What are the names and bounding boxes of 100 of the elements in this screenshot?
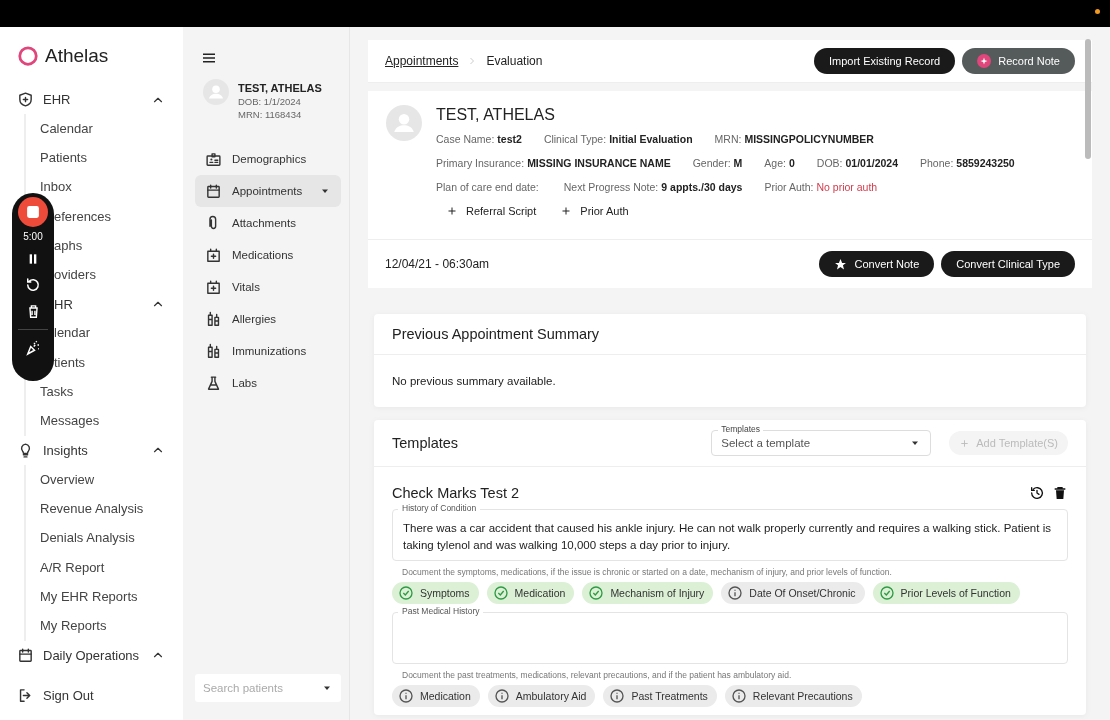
patient-menu-item[interactable]: Appointments (195, 175, 341, 207)
helper-text: Document the past treatments, medications, relevant precautions, and if the patient has ambulatory aid. (402, 670, 793, 680)
patient-name: TEST, ATHELAS (238, 82, 322, 94)
appointment-date: 12/04/21 - 06:30am (385, 257, 490, 271)
section-title: Templates (392, 435, 460, 451)
record-note-button[interactable]: Record Note (962, 48, 1075, 74)
calendar-icon (205, 182, 222, 200)
nav-item[interactable]: tients (54, 354, 86, 371)
import-record-button[interactable]: Import Existing Record (813, 48, 956, 74)
nav-group[interactable]: EHR (17, 85, 165, 114)
nav-item[interactable]: Calendar (40, 120, 93, 137)
field-label: Clinical Type: (543, 133, 607, 145)
checklist-chip: Date Of Onset/Chronic (721, 582, 865, 604)
field-value: M (733, 157, 743, 169)
avatar-icon (203, 79, 229, 105)
info-circle-icon (730, 688, 747, 704)
nav-item[interactable]: My Reports (40, 618, 107, 635)
field-value: 01/01/2024 (845, 157, 899, 169)
field-value: 5859243250 (956, 157, 1015, 169)
patient-mrn: MRN: 1168434 (238, 109, 303, 120)
info-circle-icon (398, 688, 414, 704)
nav-item[interactable]: eferences (54, 208, 112, 225)
nav-item[interactable]: My EHR Reports (40, 588, 138, 605)
patient-menu-item[interactable]: Demographics (195, 143, 341, 175)
field-value: test2 (497, 133, 522, 145)
search-field[interactable]: Search patients (195, 674, 341, 702)
nav-item[interactable]: Denials Analysis (40, 530, 135, 547)
patient-menu-item[interactable]: Allergies (195, 303, 341, 335)
id-card-icon (205, 150, 222, 168)
info-circle-icon (609, 688, 626, 704)
sparkle-icon[interactable] (24, 339, 42, 357)
stop-record-button[interactable] (18, 197, 48, 227)
logo-text: Athelas (45, 45, 109, 67)
add-link[interactable]: Prior Auth (560, 205, 629, 217)
plus-icon (446, 205, 458, 217)
nav-group[interactable]: HR (54, 289, 165, 319)
add-link[interactable]: Referral Script (446, 205, 537, 217)
star-icon (834, 257, 848, 271)
nav-item[interactable]: oviders (54, 267, 96, 284)
patient-menu-item[interactable]: Immunizations (195, 335, 341, 367)
check-circle-icon (588, 585, 605, 601)
check-circle-icon (492, 585, 509, 601)
convert-button[interactable]: Convert Note (819, 251, 935, 277)
field-label: Case Name: (436, 133, 495, 145)
convert-button[interactable]: Convert Clinical Type (941, 251, 1075, 277)
field-label: Next Progress Note: (563, 181, 659, 193)
info-circle-icon (493, 688, 510, 704)
summary-text: No previous summary available. (392, 375, 556, 387)
field-label: Gender: (692, 157, 731, 169)
breadcrumb-link[interactable]: Appointments (385, 54, 459, 68)
nav-item[interactable]: Revenue Analysis (40, 500, 144, 517)
check-circle-icon (398, 585, 414, 601)
vials-icon (205, 342, 222, 360)
nav-item[interactable]: Inbox (40, 179, 72, 196)
checklist-chip: Past Treatments (603, 685, 717, 707)
patient-menu-item[interactable]: Labs (195, 367, 341, 399)
patient-menu-item[interactable]: Attachments (195, 207, 341, 239)
status-dot (1095, 9, 1100, 14)
nav-item[interactable]: lendar (54, 325, 91, 342)
nav-item[interactable]: Tasks (40, 384, 74, 400)
section-title: Previous Appointment Summary (392, 326, 600, 342)
plus-icon (959, 437, 971, 449)
field-value: 9 appts./30 days (661, 181, 743, 193)
field-label: Primary Insurance: (436, 157, 525, 169)
nav-item[interactable]: Overview (40, 471, 95, 488)
vials-icon (205, 310, 222, 328)
logo-ring-icon (17, 45, 39, 67)
nav-item[interactable]: aphs (54, 237, 83, 254)
nav-item[interactable]: Patients (40, 149, 87, 166)
nav-item[interactable]: Messages (40, 413, 100, 430)
checklist-chip: Medication (486, 582, 575, 604)
helper-text: Document the symptoms, medications, if the issue is chronic or started on a date, mechanism of injury, and prior levels of function. (402, 567, 893, 577)
patient-menu-item[interactable]: Medications (195, 239, 341, 271)
plus-icon (560, 205, 573, 217)
field-value: MISSINGPOLICYNUMBER (744, 133, 874, 145)
field-value: Initial Evaluation (609, 133, 693, 145)
nav-group[interactable]: Daily Operations (17, 640, 165, 670)
patient-dob: DOB: 1/1/2024 (238, 96, 302, 107)
delete-icon[interactable] (1052, 485, 1068, 501)
field-value: MISSING INSURANCE NAME (527, 157, 671, 169)
nav-item[interactable]: A/R Report (40, 559, 105, 576)
calendar-icon (17, 646, 34, 664)
nav-group[interactable]: Insights (17, 435, 165, 465)
medical-kit-icon (205, 278, 222, 296)
sign-out-link[interactable]: Sign Out (17, 680, 165, 710)
sparkle-icon (977, 54, 992, 68)
timer: 5:00 (23, 231, 43, 242)
field-value: 0 (788, 157, 795, 169)
breadcrumb-current: Evaluation (486, 54, 543, 68)
info-circle-icon (727, 585, 744, 601)
history-icon[interactable] (1029, 485, 1045, 501)
flask-icon (205, 374, 222, 392)
field-label: DOB: (816, 157, 843, 169)
avatar-icon (386, 105, 422, 141)
checklist-chip: Medication (392, 685, 480, 707)
checklist-chip: Mechanism of Injury (582, 582, 714, 604)
checklist-chip: Prior Levels of Function (872, 582, 1020, 604)
restart-icon[interactable] (24, 276, 42, 294)
checklist-chip: Relevant Precautions (724, 685, 862, 707)
patient-menu-item[interactable]: Vitals (195, 271, 341, 303)
